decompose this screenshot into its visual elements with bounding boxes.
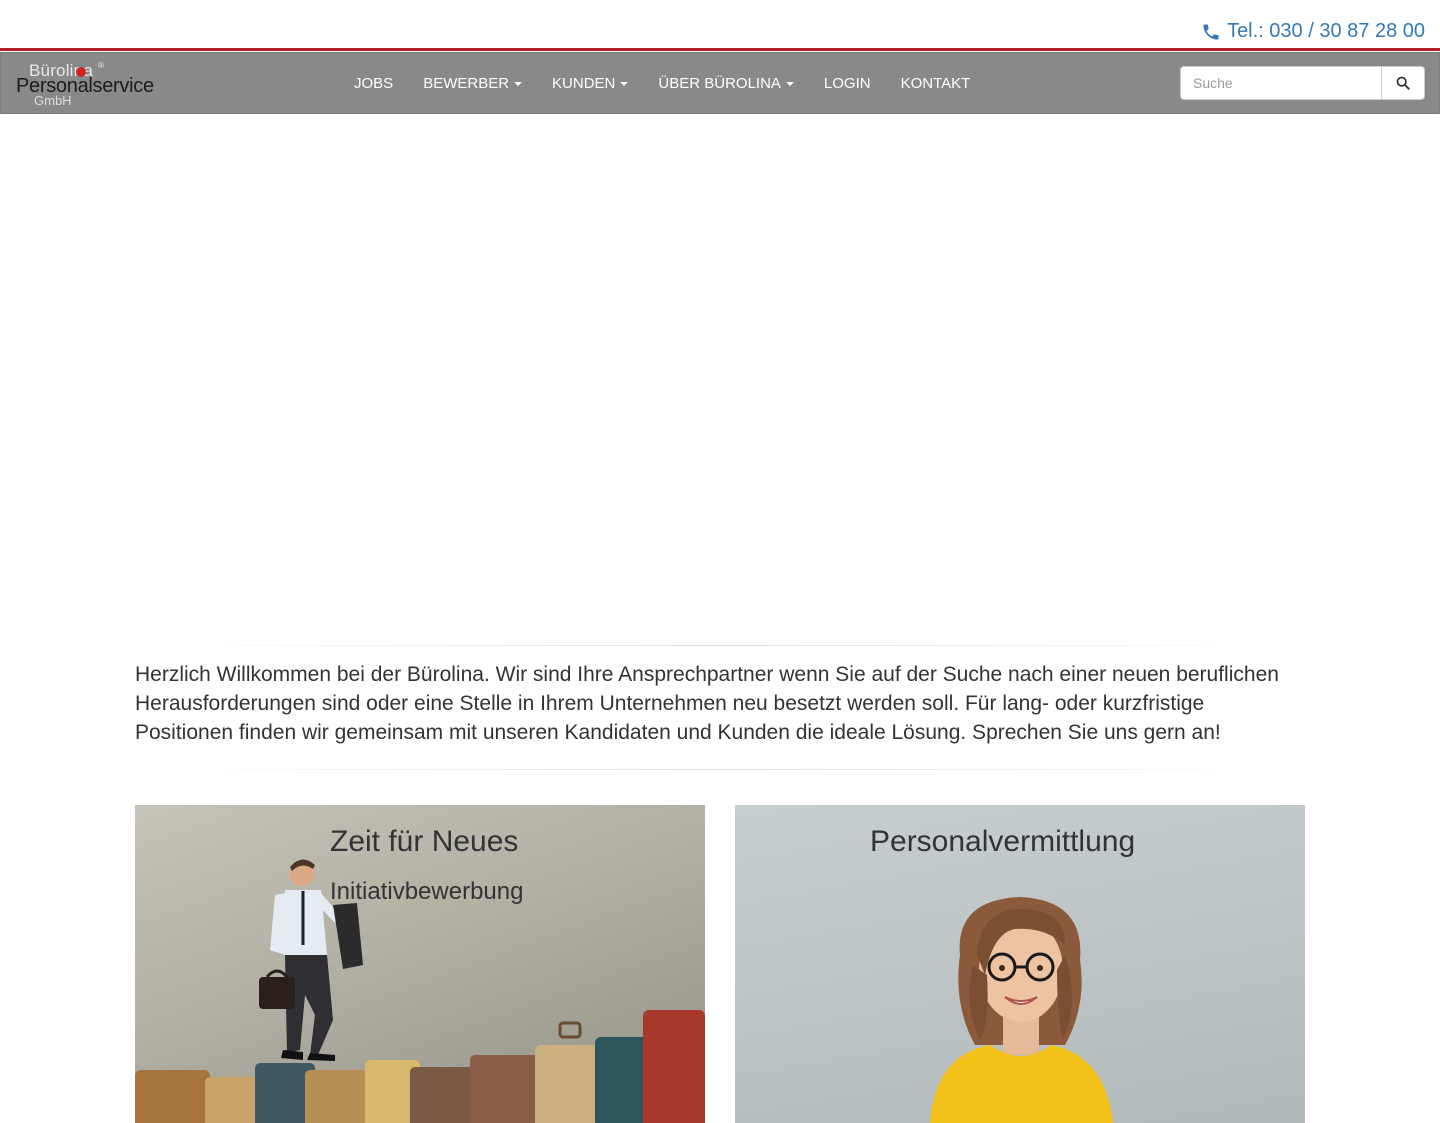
section-divider-bottom bbox=[135, 769, 1305, 770]
nav-item-ueber-buerolina[interactable]: ÜBER BÜROLINA bbox=[643, 75, 809, 92]
card-personalvermittlung[interactable]: Personalvermittlung bbox=[735, 805, 1305, 1123]
header-divider bbox=[0, 48, 1440, 51]
nav-item-bewerber[interactable]: BEWERBER bbox=[408, 75, 537, 92]
card-subtitle: Initiativbewerbung bbox=[330, 878, 524, 905]
nav-item-label: KUNDEN bbox=[552, 74, 616, 92]
nav-item-label: LOGIN bbox=[823, 74, 871, 92]
caret-down-icon bbox=[620, 81, 629, 86]
nav-item-label: KONTAKT bbox=[900, 74, 971, 92]
search-form bbox=[1180, 66, 1425, 100]
section-divider-top bbox=[135, 645, 1305, 646]
main-navbar: Bürolina ® Personalservice GmbH JOBS BEW… bbox=[0, 52, 1440, 114]
caret-down-icon bbox=[785, 81, 794, 86]
card-title: Personalvermittlung bbox=[870, 825, 1136, 858]
nav-menu: JOBS BEWERBER KUNDEN ÜBER BÜROLINA LOGIN… bbox=[339, 53, 985, 113]
nav-item-jobs[interactable]: JOBS bbox=[339, 75, 408, 92]
phone-link[interactable]: Tel.: 030 / 30 87 28 00 bbox=[1201, 20, 1425, 43]
card-title: Zeit für Neues bbox=[330, 825, 519, 858]
nav-item-login[interactable]: LOGIN bbox=[809, 75, 886, 92]
caret-down-icon bbox=[514, 81, 523, 86]
nav-item-label: BEWERBER bbox=[423, 74, 510, 92]
search-input[interactable] bbox=[1180, 66, 1381, 100]
nav-item-kontakt[interactable]: KONTAKT bbox=[886, 75, 986, 92]
company-logo[interactable]: Bürolina ® Personalservice GmbH bbox=[16, 61, 154, 108]
logo-registered-mark: ® bbox=[98, 61, 104, 70]
card-initiativbewerbung[interactable]: Zeit für Neues Initiativbewerbung bbox=[135, 805, 705, 1123]
search-icon bbox=[1396, 76, 1410, 90]
nav-item-label: ÜBER BÜROLINA bbox=[658, 74, 781, 92]
top-bar: Tel.: 030 / 30 87 28 00 bbox=[0, 0, 1440, 48]
welcome-text: Herzlich Willkommen bei der Bürolina. Wi… bbox=[135, 663, 1279, 744]
phone-icon bbox=[1203, 24, 1219, 39]
nav-item-label: JOBS bbox=[354, 74, 394, 92]
logo-gmbh: GmbH bbox=[34, 93, 72, 108]
nav-item-kunden[interactable]: KUNDEN bbox=[537, 75, 643, 92]
phone-number[interactable]: Tel.: 030 / 30 87 28 00 bbox=[1227, 20, 1425, 43]
search-button[interactable] bbox=[1381, 66, 1425, 100]
